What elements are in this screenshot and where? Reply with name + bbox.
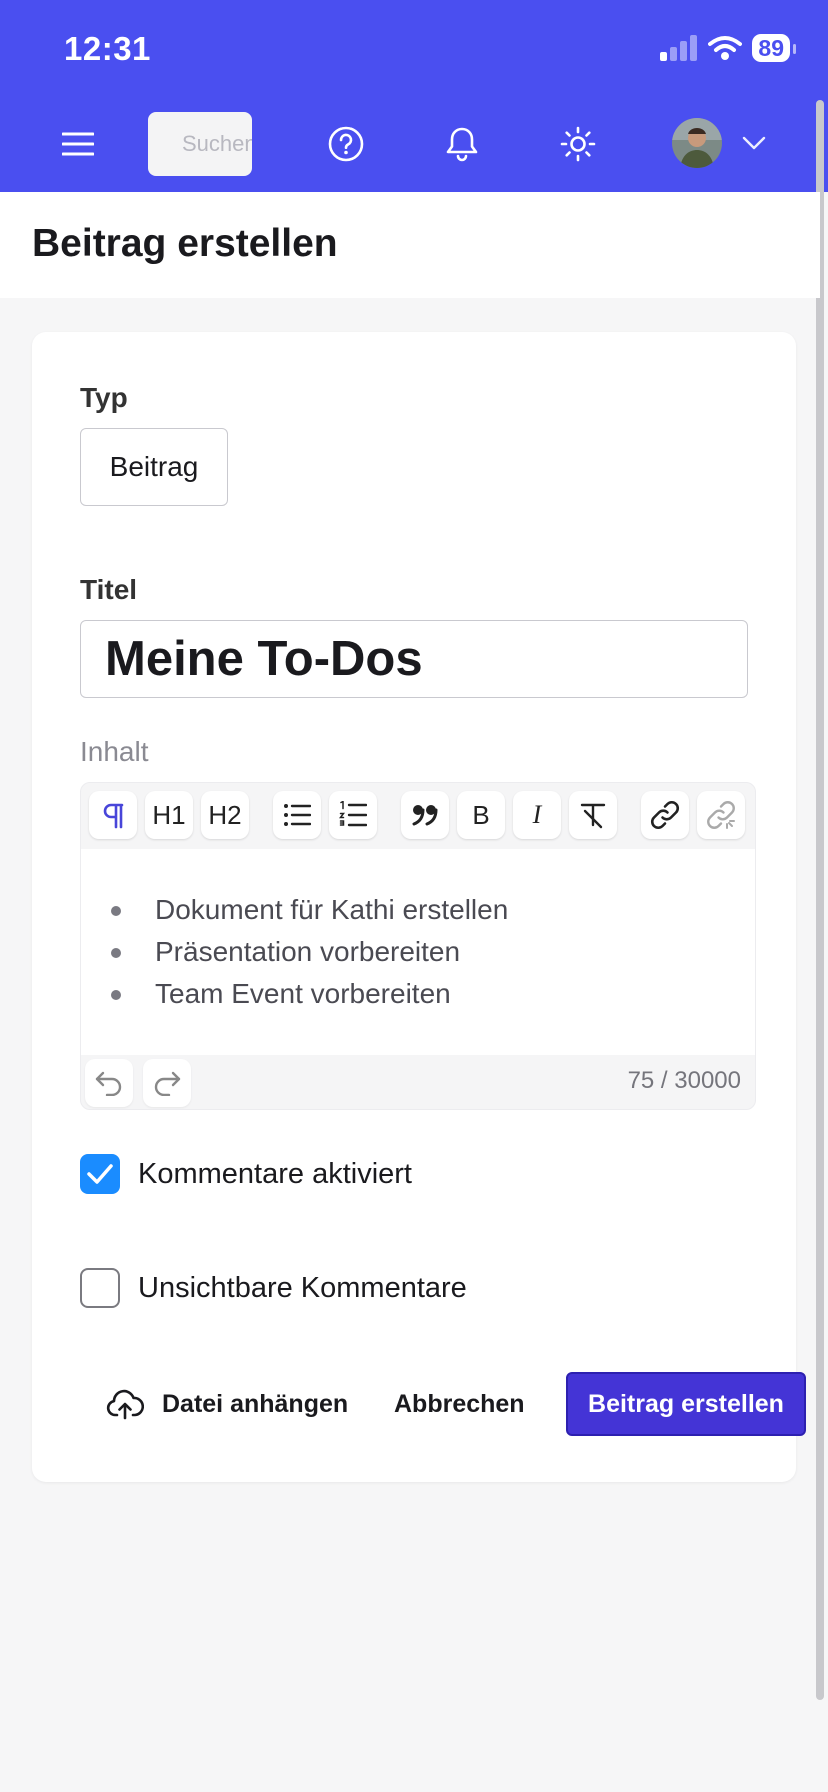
create-post-form: Typ Beitrag Titel Meine To-Dos Inhalt H1…: [32, 332, 806, 1482]
heading2-button[interactable]: H2: [201, 791, 249, 839]
chevron-down-icon: [742, 136, 766, 150]
type-select[interactable]: Beitrag: [80, 428, 228, 506]
menu-icon: [62, 132, 94, 156]
form-actions: Datei anhängen Abbrechen Beitrag erstell…: [32, 1372, 806, 1436]
create-post-button[interactable]: Beitrag erstellen: [566, 1372, 806, 1436]
character-count: 75 / 30000: [627, 1067, 741, 1094]
ordered-list-icon: [339, 801, 367, 827]
paragraph-button[interactable]: [89, 791, 137, 839]
quote-icon: [412, 805, 438, 826]
bold-button[interactable]: B: [457, 791, 505, 839]
link-icon: [651, 801, 679, 829]
comments-enabled-checkbox[interactable]: Kommentare aktiviert: [80, 1154, 412, 1194]
user-menu[interactable]: [672, 118, 766, 168]
undo-button[interactable]: [85, 1059, 133, 1107]
clear-format-button[interactable]: [569, 791, 617, 839]
status-icons: 89: [660, 34, 796, 62]
avatar: [672, 118, 722, 168]
menu-button[interactable]: [48, 112, 108, 176]
signal-icon: [660, 35, 698, 61]
cloud-upload-icon: [106, 1389, 144, 1420]
attach-file-button[interactable]: Datei anhängen: [106, 1372, 348, 1436]
attach-file-label: Datei anhängen: [162, 1389, 349, 1418]
notifications-button[interactable]: [432, 112, 492, 176]
list-item: Team Event vorbereiten: [111, 973, 508, 1015]
editor-content[interactable]: Dokument für Kathi erstellen Präsentatio…: [81, 849, 755, 1055]
checkbox-unchecked[interactable]: [80, 1268, 120, 1308]
invisible-comments-checkbox[interactable]: Unsichtbare Kommentare: [80, 1268, 467, 1308]
title-label: Titel: [80, 574, 138, 605]
battery-indicator: 89: [752, 34, 796, 62]
bullet-list-button[interactable]: [273, 791, 321, 839]
help-icon: [328, 126, 364, 162]
top-navigation: Suchen: [0, 112, 828, 176]
ordered-list-button[interactable]: [329, 791, 377, 839]
list-item: Präsentation vorbereiten: [111, 931, 508, 973]
todo-list: Dokument für Kathi erstellen Präsentatio…: [111, 889, 508, 1015]
search-placeholder: Suchen: [182, 131, 252, 156]
scrollbar[interactable]: [816, 100, 824, 1700]
rich-text-editor: H1 H2 B I Dokument für Kathi erstellen P…: [80, 782, 756, 1110]
page-title: Beitrag erstellen: [32, 222, 338, 265]
paragraph-icon: [103, 803, 124, 829]
type-label: Typ: [80, 382, 128, 413]
editor-footer: 75 / 30000: [81, 1055, 755, 1109]
checkmark-icon: [87, 1164, 113, 1184]
content-label: Inhalt: [80, 736, 149, 767]
invisible-comments-label: Unsichtbare Kommentare: [138, 1271, 467, 1304]
undo-icon: [95, 1071, 122, 1096]
bell-icon: [446, 127, 478, 162]
search-input[interactable]: Suchen: [148, 112, 252, 176]
italic-button[interactable]: I: [513, 791, 561, 839]
unlink-icon: [707, 801, 735, 829]
redo-icon: [154, 1071, 181, 1096]
checkbox-checked[interactable]: [80, 1154, 120, 1194]
help-button[interactable]: [316, 112, 376, 176]
comments-enabled-label: Kommentare aktiviert: [138, 1157, 412, 1190]
cancel-button[interactable]: Abbrechen: [394, 1372, 525, 1436]
theme-toggle-button[interactable]: [548, 112, 608, 176]
clear-format-icon: [580, 803, 606, 829]
editor-toolbar: H1 H2 B I: [81, 783, 755, 849]
page-header: Beitrag erstellen: [0, 192, 820, 298]
unlink-button[interactable]: [697, 791, 745, 839]
list-item: Dokument für Kathi erstellen: [111, 889, 508, 931]
blockquote-button[interactable]: [401, 791, 449, 839]
wifi-icon: [708, 36, 743, 60]
title-input[interactable]: Meine To-Dos: [80, 620, 748, 698]
status-time: 12:31: [64, 30, 151, 67]
app-bar: 12:31 89 Suchen: [0, 0, 828, 192]
link-button[interactable]: [641, 791, 689, 839]
heading1-button[interactable]: H1: [145, 791, 193, 839]
redo-button[interactable]: [143, 1059, 191, 1107]
sun-icon: [560, 126, 596, 162]
bullet-list-icon: [284, 804, 311, 826]
